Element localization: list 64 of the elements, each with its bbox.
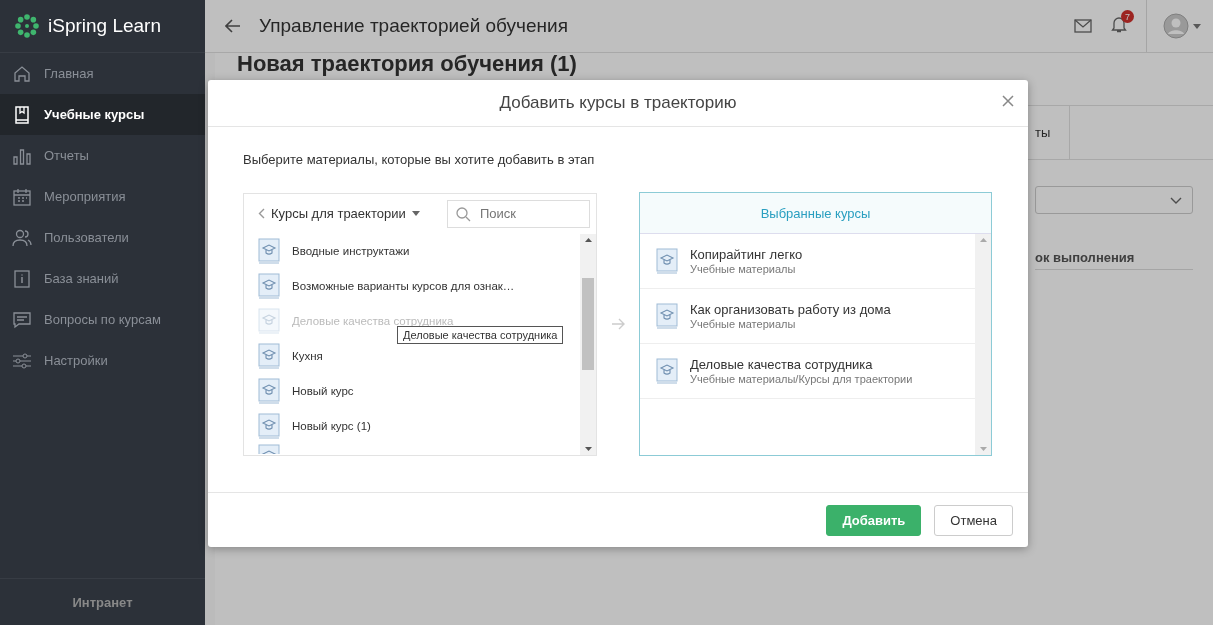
course-name: Деловые качества сотрудника [690, 357, 874, 372]
course-icon [258, 273, 280, 299]
course-item[interactable]: Возможные варианты курсов для ознак… [292, 280, 515, 292]
panel-title: Выбранные курсы [760, 205, 871, 221]
course-icon [258, 308, 280, 334]
course-item[interactable]: Вводные инструктажи [292, 245, 410, 257]
course-item[interactable]: Новый курс (1) [292, 420, 371, 432]
book-icon [12, 104, 32, 125]
users-icon [12, 227, 32, 248]
sidebar-item[interactable]: Пользователи [0, 217, 205, 258]
course-item[interactable]: Кухня [292, 350, 323, 362]
avatar-icon[interactable] [1163, 13, 1189, 39]
sidebar-item[interactable]: Мероприятия [0, 176, 205, 217]
page-header-title: Управление траекторией обучения [259, 15, 569, 37]
sidebar-item[interactable]: Главная [0, 53, 205, 94]
search-field[interactable]: Поиск [447, 199, 590, 228]
notification-badge: 7 [1121, 10, 1134, 23]
bell-icon[interactable] [1110, 15, 1128, 33]
dialog-title: Добавить курсы в траекторию [499, 93, 737, 113]
course-icon [258, 443, 280, 454]
course-path: Учебные материалы [690, 263, 797, 275]
course-icon [656, 248, 678, 274]
chat-icon [12, 309, 32, 330]
course-icon [258, 378, 280, 404]
calendar-icon [12, 186, 32, 207]
course-icon [656, 303, 678, 329]
course-name: Как организовать работу из дома [690, 302, 891, 317]
column-header: ок выполнения [1035, 250, 1135, 265]
sidebar-item[interactable]: Отчеты [0, 135, 205, 176]
app-logo-text: iSpring Learn [48, 15, 162, 37]
sidebar-item[interactable]: Учебные курсы [0, 94, 205, 135]
settings-icon [12, 350, 32, 371]
caret-icon [1193, 23, 1201, 29]
course-icon [258, 343, 280, 369]
mail-icon[interactable] [1074, 19, 1092, 33]
tab[interactable]: ты [1035, 125, 1051, 140]
scroll-down-icon[interactable] [584, 446, 592, 451]
scrollbar-thumb[interactable] [582, 278, 594, 370]
instruction-text: Выберите материалы, которые вы хотите добавить в этап [242, 151, 596, 169]
close-icon[interactable] [1002, 95, 1014, 107]
search-icon [456, 206, 471, 222]
arrow-right-icon [611, 318, 625, 330]
course-name: Копирайтинг легко [690, 247, 803, 262]
back-arrow-icon[interactable] [225, 19, 241, 33]
add-button[interactable]: Добавить [826, 504, 922, 536]
page-title: Новая траектория обучения (1) [237, 51, 577, 76]
sidebar-item[interactable]: Вопросы по курсам [0, 299, 205, 340]
chevron-down-icon [1170, 196, 1182, 204]
course-icon [258, 238, 280, 264]
course-path: Учебные материалы/Курсы для траектории [690, 373, 913, 385]
caret-icon[interactable] [411, 211, 420, 216]
course-icon [656, 358, 678, 384]
chevron-left-icon[interactable] [258, 208, 265, 219]
cancel-button[interactable]: Отмена [934, 504, 1013, 536]
sidebar-item[interactable]: База знаний [0, 258, 205, 299]
tooltip: Деловые качества сотрудника [397, 325, 564, 344]
info-icon [12, 268, 32, 289]
folder-dropdown[interactable]: Курсы для траектории [271, 206, 406, 221]
scroll-up-icon[interactable] [584, 237, 592, 242]
course-icon [258, 413, 280, 439]
sidebar-item[interactable]: Настройки [0, 340, 205, 381]
logo-icon [14, 13, 40, 39]
course-item[interactable]: Новый курс [292, 385, 354, 397]
course-path: Учебные материалы [690, 318, 797, 330]
